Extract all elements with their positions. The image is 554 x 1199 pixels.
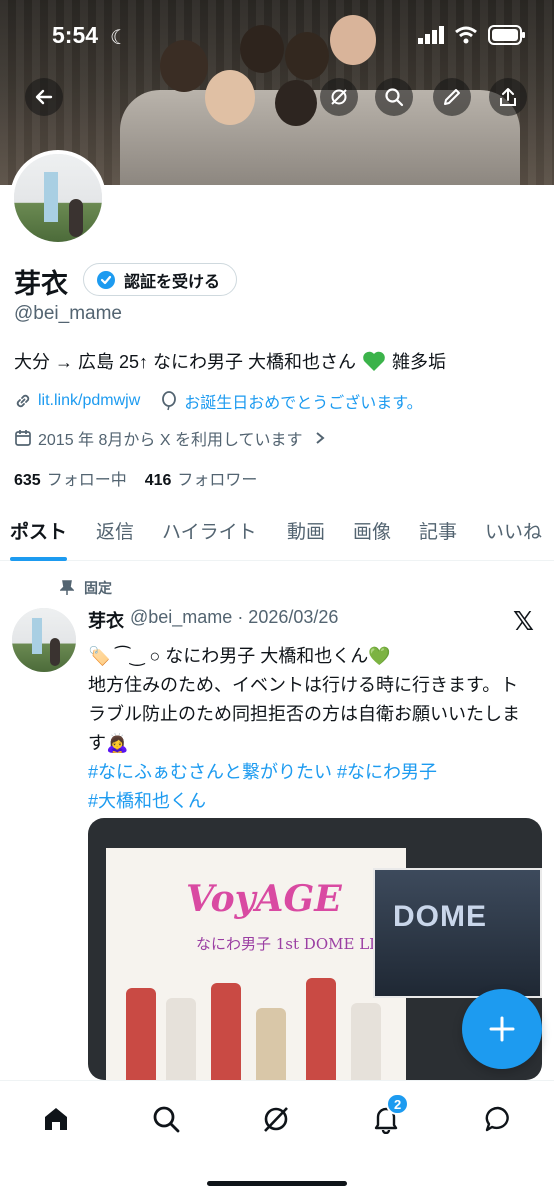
tab-videos[interactable]: 動画 <box>287 505 325 561</box>
post-author-name[interactable]: 芽衣 <box>88 607 124 633</box>
profile-bio: 大分 → 広島 25↑ なにわ男子 大橋和也さん 雑多垢 <box>14 348 446 374</box>
following-label: フォロー中 <box>46 472 127 489</box>
tab-posts[interactable]: ポスト <box>10 505 68 561</box>
poster-member <box>126 988 156 1080</box>
bottom-navigation: 2 <box>0 1080 554 1199</box>
join-date-text: 2015 年 8月から X を利用しています <box>38 432 303 449</box>
plus-icon <box>489 1016 515 1042</box>
poster-member <box>306 978 336 1080</box>
verified-badge-icon <box>97 270 115 289</box>
nav-grok[interactable] <box>256 1099 296 1139</box>
hashtag-link[interactable]: #なにふぁむさんと繋がりたい <box>88 762 332 782</box>
signal-icon <box>418 26 444 44</box>
wifi-icon <box>455 26 477 44</box>
poster-image: VoyAGE なにわ男子 1st DOME LIVE <box>106 848 406 1080</box>
hashtag-link[interactable]: #なにわ男子 <box>337 762 437 782</box>
followers-label: フォロワー <box>177 472 258 489</box>
notification-badge: 2 <box>386 1093 410 1115</box>
post-avatar-photo <box>12 608 76 672</box>
calendar-icon <box>15 430 31 446</box>
bio-text: 大分 → 広島 25↑ なにわ男子 大橋和也さん <box>14 352 357 372</box>
poster-member <box>256 1008 286 1080</box>
pinned-indicator: 固定 <box>60 578 112 598</box>
profile-website-link[interactable]: lit.link/pdmwjw <box>38 392 140 410</box>
chat-bubble-icon <box>485 1106 509 1132</box>
tab-replies[interactable]: 返信 <box>96 505 134 561</box>
profile-links: lit.link/pdmwjw お誕生日おめでとうございます。 <box>14 389 423 413</box>
birthday-link[interactable]: お誕生日おめでとうございます。 <box>184 389 422 413</box>
grok-icon <box>331 89 347 105</box>
battery-icon <box>488 25 525 45</box>
get-verified-button[interactable]: 認証を受ける <box>83 263 238 296</box>
back-arrow-icon <box>35 89 53 105</box>
nav-notifications[interactable]: 2 <box>366 1093 410 1139</box>
profile-tabs: ポスト 返信 ハイライト 動画 画像 記事 いいね <box>0 505 554 561</box>
nav-messages[interactable] <box>478 1099 518 1139</box>
followers-link[interactable]: 416 フォロワー <box>145 466 258 490</box>
banner-person <box>275 80 317 126</box>
following-link[interactable]: 635 フォロー中 <box>14 466 127 490</box>
poster-title: VoyAGE <box>186 878 342 920</box>
moon-icon: ☾ <box>110 27 128 49</box>
pinned-label: 固定 <box>84 580 112 596</box>
followers-count: 416 <box>144 472 172 489</box>
profile-handle: @bei_mame <box>14 303 122 324</box>
join-date-row[interactable]: 2015 年 8月から X を利用しています <box>14 426 326 450</box>
post-header: 芽衣 @bei_mame · 2026/03/26 <box>88 607 338 633</box>
post-body: 🏷️︎ ⁀‿︎ ○ なにわ男子 大橋和也くん💚 地方住みのため、イベントは行ける… <box>88 642 528 816</box>
post-avatar[interactable] <box>12 608 76 672</box>
get-verified-label: 認証を受ける <box>124 273 221 291</box>
pin-icon <box>60 580 74 595</box>
status-time: 5:54 <box>52 22 99 48</box>
search-profile-button[interactable] <box>375 78 413 116</box>
status-bar: 5:54 ☾ <box>0 0 554 70</box>
nav-search[interactable] <box>146 1099 186 1139</box>
bio-suffix: 雑多垢 <box>392 352 447 372</box>
compose-post-button[interactable] <box>462 989 542 1069</box>
search-icon <box>385 88 404 107</box>
home-icon <box>45 1108 67 1130</box>
avatar-photo <box>14 154 102 242</box>
avatar-banner-stand <box>44 172 58 222</box>
share-button[interactable] <box>489 78 527 116</box>
home-indicator <box>207 1181 347 1186</box>
tab-articles[interactable]: 記事 <box>419 505 457 561</box>
tab-likes[interactable]: いいね <box>485 505 542 561</box>
post-line-1: 🏷️︎ ⁀‿︎ ○ なにわ男子 大橋和也くん💚 <box>88 646 391 666</box>
post-line-2: 地方住みのため、イベントは行ける時に行きます。トラブル防止のため同担拒否の方は自… <box>88 675 520 753</box>
follow-stats: 635 フォロー中 416 フォロワー <box>14 466 257 490</box>
back-button[interactable] <box>25 78 63 116</box>
inset-title: DOME <box>393 900 487 933</box>
following-count: 635 <box>14 472 41 489</box>
poster-member <box>166 998 196 1080</box>
pencil-icon <box>444 89 460 105</box>
post-meta: @bei_mame · 2026/03/26 <box>130 607 339 627</box>
poster-subtitle: なにわ男子 1st DOME LIVE <box>196 935 397 953</box>
grok-icon <box>264 1107 288 1132</box>
profile-name: 芽衣 <box>14 269 68 299</box>
poster-member <box>351 1003 381 1080</box>
post-avatar-stand <box>32 618 42 654</box>
tab-media[interactable]: 画像 <box>353 505 391 561</box>
x-logo-icon: 𝕏 <box>513 606 534 636</box>
tab-highlights[interactable]: ハイライト <box>162 505 257 561</box>
chevron-right-icon <box>316 432 326 444</box>
balloon-icon <box>162 391 177 411</box>
hashtag-link[interactable]: #大橋和也くん <box>88 791 206 811</box>
search-icon <box>153 1106 180 1133</box>
share-icon <box>500 88 516 106</box>
edit-button[interactable] <box>433 78 471 116</box>
poster-member <box>211 983 241 1080</box>
banner-person <box>205 70 255 125</box>
green-heart-icon <box>363 351 385 371</box>
profile-avatar[interactable] <box>10 150 106 246</box>
link-icon <box>16 394 30 408</box>
nav-home[interactable] <box>36 1099 76 1139</box>
avatar-person <box>69 199 83 237</box>
grok-button[interactable] <box>320 78 358 116</box>
post-avatar-person <box>50 638 60 666</box>
inset-image: DOME <box>373 868 542 998</box>
